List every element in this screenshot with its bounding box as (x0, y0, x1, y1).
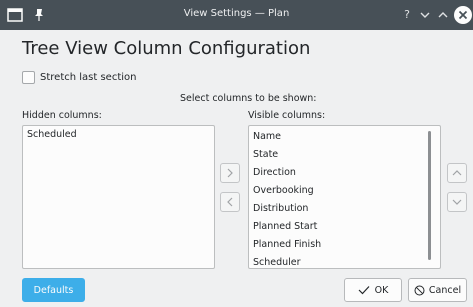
list-item[interactable]: Name (249, 128, 440, 146)
page-title: Tree View Column Configuration (22, 38, 311, 59)
list-item[interactable]: Distribution (249, 200, 440, 218)
chevron-up-icon (452, 170, 462, 176)
list-item[interactable]: Overbooking (249, 182, 440, 200)
visible-columns-label: Visible columns: (248, 110, 326, 121)
list-item[interactable]: State (249, 146, 440, 164)
hidden-columns-label: Hidden columns: (22, 110, 102, 121)
list-item[interactable]: Scheduler (249, 254, 440, 272)
stretch-label: Stretch last section (40, 72, 137, 83)
select-prompt: Select columns to be shown: (180, 93, 317, 104)
visible-list-scrollbar[interactable] (428, 131, 431, 260)
checkbox-box[interactable] (22, 71, 35, 84)
chevron-left-icon (227, 197, 233, 207)
check-icon (358, 286, 370, 295)
close-button[interactable] (454, 6, 472, 24)
help-icon[interactable]: ? (400, 8, 414, 22)
chevron-down-icon (452, 199, 462, 205)
list-item[interactable]: Planned Finish (249, 236, 440, 254)
hidden-columns-list[interactable]: Scheduled (22, 125, 215, 269)
visible-columns-list[interactable]: Name State Direction Overbooking Distrib… (248, 125, 441, 269)
list-item[interactable]: Scheduled (23, 126, 214, 144)
remove-column-button[interactable] (220, 192, 240, 212)
cancel-button[interactable]: Cancel (408, 278, 467, 302)
defaults-button[interactable]: Defaults (22, 278, 85, 302)
ok-button[interactable]: OK (344, 278, 402, 302)
list-item[interactable]: Direction (249, 164, 440, 182)
maximize-button[interactable] (436, 8, 450, 22)
chevron-right-icon (227, 168, 233, 178)
move-down-button[interactable] (447, 192, 467, 212)
window-titlebar: View Settings — Plan ? (0, 0, 473, 30)
stretch-last-section-checkbox[interactable]: Stretch last section (22, 71, 136, 84)
minimize-button[interactable] (418, 8, 432, 22)
cancel-label: Cancel (428, 284, 462, 296)
cancel-icon (414, 285, 425, 295)
list-item[interactable]: Planned Start (249, 218, 440, 236)
move-up-button[interactable] (447, 163, 467, 183)
ok-label: OK (374, 284, 389, 296)
add-column-button[interactable] (220, 163, 240, 183)
